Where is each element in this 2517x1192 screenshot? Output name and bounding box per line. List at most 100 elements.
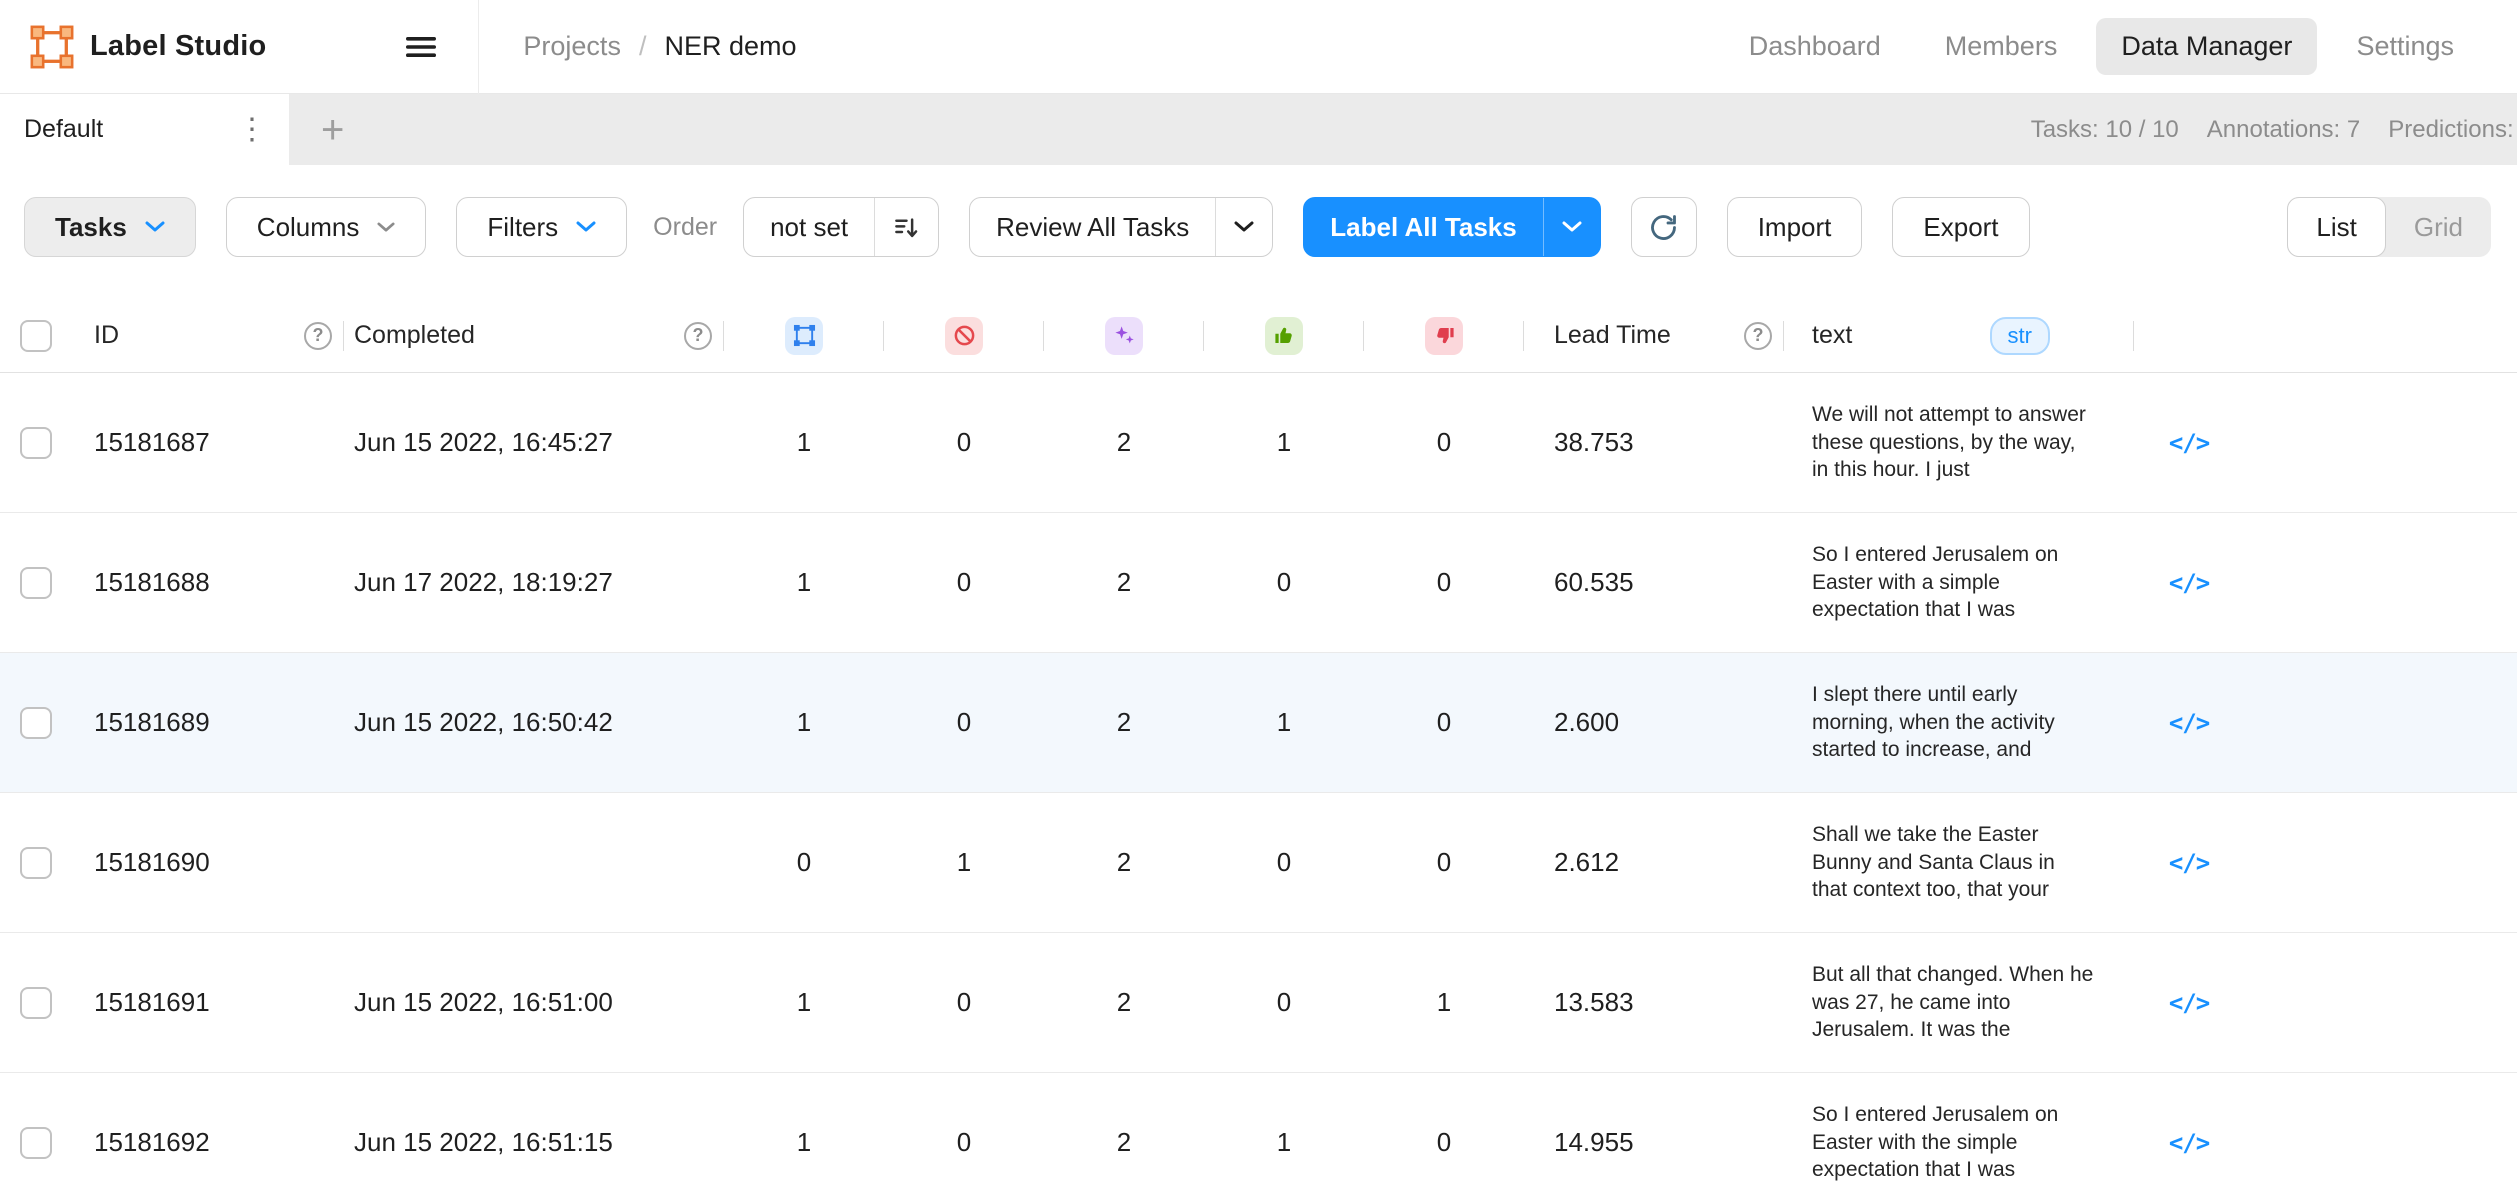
rejected-count: 1 <box>1364 933 1524 1072</box>
label-all-tasks-button[interactable]: Label All Tasks <box>1303 197 1600 257</box>
label-studio-logo[interactable]: Label Studio <box>30 25 266 69</box>
predictions-count: 2 <box>1044 1073 1204 1192</box>
predictions-count: 2 <box>1044 373 1204 512</box>
predictions-count: 2 <box>1044 513 1204 652</box>
import-button[interactable]: Import <box>1727 197 1863 257</box>
header-accepted[interactable] <box>1204 299 1364 372</box>
task-id-cell: 15181692 <box>64 1073 344 1192</box>
row-checkbox[interactable] <box>20 707 52 739</box>
source-code-icon[interactable]: </> <box>2169 709 2209 737</box>
annotated-count: 1 <box>724 653 884 792</box>
source-code-icon[interactable]: </> <box>2169 569 2209 597</box>
filters-dropdown[interactable]: Filters <box>456 197 627 257</box>
text-snippet: But all that changed. When he was 27, he… <box>1812 961 2094 1045</box>
view-grid-button[interactable]: Grid <box>2386 197 2491 257</box>
row-checkbox[interactable] <box>20 847 52 879</box>
tab-label: Default <box>24 115 103 144</box>
stat-tasks: Tasks: 10 / 10 <box>2031 116 2179 144</box>
rejected-count: 0 <box>1364 513 1524 652</box>
breadcrumb-projects-link[interactable]: Projects <box>523 31 621 62</box>
row-checkbox[interactable] <box>20 987 52 1019</box>
tab-menu-button[interactable]: ⋮ <box>229 115 275 145</box>
completed-cell: Jun 15 2022, 16:51:00 <box>344 933 724 1072</box>
lead-time-cell: 13.583 <box>1524 933 1784 1072</box>
review-all-tasks-label: Review All Tasks <box>970 198 1215 256</box>
tasks-dropdown-label: Tasks <box>55 212 127 243</box>
view-list-button[interactable]: List <box>2287 197 2385 257</box>
review-all-tasks-button[interactable]: Review All Tasks <box>969 197 1273 257</box>
order-dropdown[interactable]: not set <box>743 197 939 257</box>
hamburger-menu-button[interactable] <box>406 35 436 59</box>
header-lead-time[interactable]: Lead Time ? <box>1524 299 1784 372</box>
table-row[interactable]: 15181688 Jun 17 2022, 18:19:27 1 0 2 0 0… <box>0 513 2517 653</box>
table-row[interactable]: 15181687 Jun 15 2022, 16:45:27 1 0 2 1 0… <box>0 373 2517 513</box>
header-completed[interactable]: Completed ? <box>344 299 724 372</box>
source-code-icon[interactable]: </> <box>2169 1129 2209 1157</box>
completed-cell: Jun 15 2022, 16:50:42 <box>344 653 724 792</box>
nav-item-members[interactable]: Members <box>1920 18 2083 75</box>
source-code-icon[interactable]: </> <box>2169 989 2209 1017</box>
app-name: Label Studio <box>90 30 266 63</box>
review-dropdown-toggle[interactable] <box>1215 198 1272 256</box>
breadcrumb-current-project: NER demo <box>664 31 796 62</box>
accepted-count: 1 <box>1204 373 1364 512</box>
nav-item-dashboard[interactable]: Dashboard <box>1724 18 1906 75</box>
accepted-count: 0 <box>1204 933 1364 1072</box>
add-tab-button[interactable]: + <box>321 110 344 150</box>
header-rejected[interactable] <box>1364 299 1524 372</box>
refresh-icon <box>1648 212 1679 243</box>
completed-cell: Jun 15 2022, 16:51:15 <box>344 1073 724 1192</box>
columns-dropdown[interactable]: Columns <box>226 197 427 257</box>
tasks-dropdown[interactable]: Tasks <box>24 197 196 257</box>
tab-default[interactable]: Default ⋮ <box>0 94 289 165</box>
annotated-count: 0 <box>724 793 884 932</box>
thumb-down-icon <box>1425 317 1463 355</box>
row-checkbox[interactable] <box>20 1127 52 1159</box>
source-code-icon[interactable]: </> <box>2169 429 2209 457</box>
table-row[interactable]: 15181692 Jun 15 2022, 16:51:15 1 0 2 1 0… <box>0 1073 2517 1192</box>
nav-item-data-manager[interactable]: Data Manager <box>2096 18 2317 75</box>
completed-cell: Jun 17 2022, 18:19:27 <box>344 513 724 652</box>
thumb-up-icon <box>1265 317 1303 355</box>
table-row[interactable]: 15181691 Jun 15 2022, 16:51:00 1 0 2 0 1… <box>0 933 2517 1073</box>
chevron-down-icon <box>576 221 596 233</box>
view-toggle: List Grid <box>2287 197 2491 257</box>
row-checkbox[interactable] <box>20 567 52 599</box>
select-all-checkbox[interactable] <box>20 320 52 352</box>
table-row[interactable]: 15181690 0 1 2 0 0 2.612 Shall we take t… <box>0 793 2517 933</box>
table-row[interactable]: 15181689 Jun 15 2022, 16:50:42 1 0 2 1 0… <box>0 653 2517 793</box>
top-header: Label Studio Projects / NER demo Dashboa… <box>0 0 2517 94</box>
help-icon: ? <box>1744 322 1772 350</box>
header-annotated[interactable] <box>724 299 884 372</box>
logo-icon <box>30 25 74 69</box>
predictions-count: 2 <box>1044 653 1204 792</box>
row-checkbox[interactable] <box>20 427 52 459</box>
task-id-cell: 15181689 <box>64 653 344 792</box>
chevron-down-icon <box>377 222 395 233</box>
refresh-button[interactable] <box>1631 197 1697 257</box>
chevron-down-icon <box>145 221 165 233</box>
order-value: not set <box>744 198 874 256</box>
text-snippet: I slept there until early morning, when … <box>1812 681 2094 765</box>
cancelled-count: 0 <box>884 513 1044 652</box>
accepted-count: 1 <box>1204 653 1364 792</box>
cancelled-count: 1 <box>884 793 1044 932</box>
nav-item-settings[interactable]: Settings <box>2331 18 2479 75</box>
header-id[interactable]: ID ? <box>64 299 344 372</box>
export-button[interactable]: Export <box>1892 197 2029 257</box>
completed-cell: Jun 15 2022, 16:45:27 <box>344 373 724 512</box>
columns-dropdown-label: Columns <box>257 212 360 243</box>
text-snippet: Shall we take the Easter Bunny and Santa… <box>1812 821 2094 905</box>
cancelled-count: 0 <box>884 1073 1044 1192</box>
text-snippet: So I entered Jerusalem on Easter with a … <box>1812 541 2094 625</box>
header-predictions[interactable] <box>1044 299 1204 372</box>
rejected-count: 0 <box>1364 653 1524 792</box>
top-navigation: Dashboard Members Data Manager Settings <box>1724 18 2479 75</box>
source-code-icon[interactable]: </> <box>2169 849 2209 877</box>
header-cancelled[interactable] <box>884 299 1044 372</box>
label-dropdown-toggle[interactable] <box>1543 198 1600 256</box>
header-text[interactable]: text str <box>1784 299 2134 372</box>
predictions-sparkles-icon <box>1105 317 1143 355</box>
predictions-count: 2 <box>1044 793 1204 932</box>
task-id-cell: 15181688 <box>64 513 344 652</box>
